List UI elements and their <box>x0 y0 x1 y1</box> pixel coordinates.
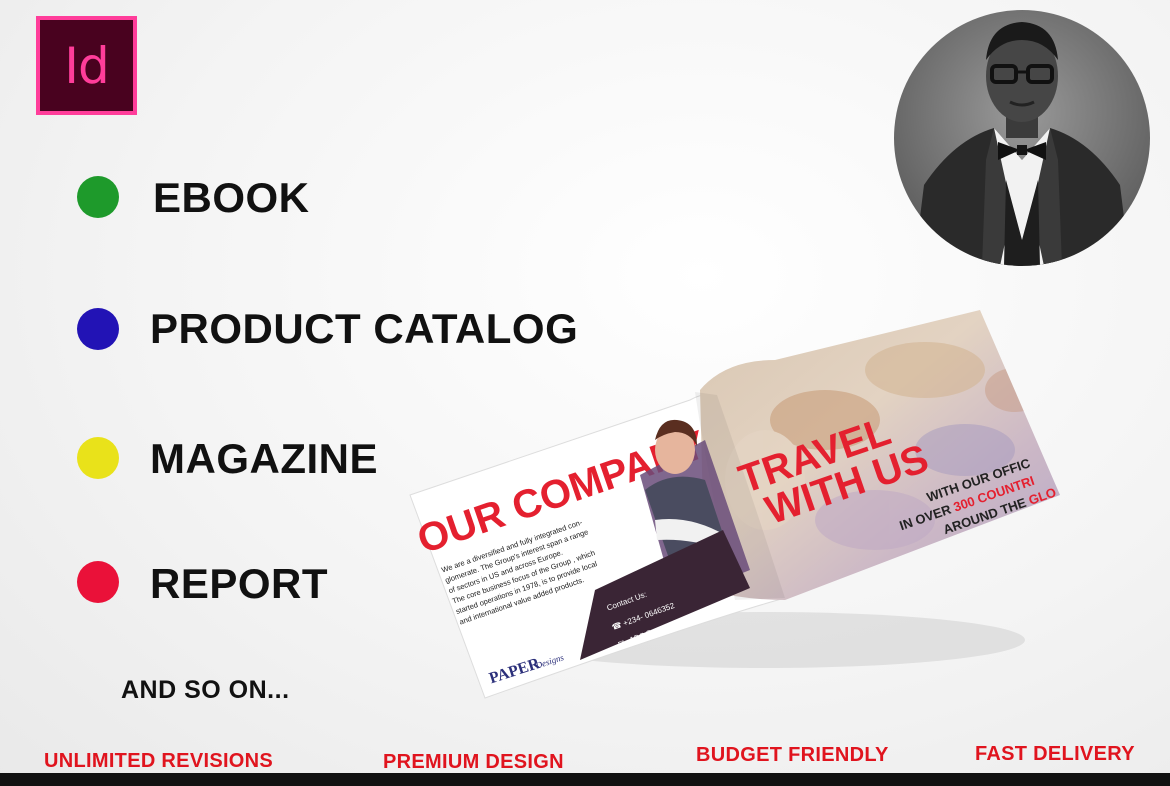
brochure-mockup: OUR COMPANY We are a diversified and ful… <box>405 300 1067 700</box>
feature-premium-design: PREMIUM DESIGN <box>383 751 564 773</box>
indesign-logo: Id <box>36 16 137 115</box>
report-dot-icon <box>77 561 119 603</box>
product-catalog-dot-icon <box>77 308 119 350</box>
service-ebook: EBOOK <box>153 174 310 221</box>
feature-unlimited-revisions: UNLIMITED REVISIONS <box>44 750 274 772</box>
and-so-on-text: AND SO ON... <box>121 676 290 704</box>
service-report: REPORT <box>150 560 329 607</box>
designer-portrait <box>894 10 1150 266</box>
feature-budget-friendly: BUDGET FRIENDLY <box>696 744 889 766</box>
ebook-dot-icon <box>77 176 119 218</box>
indesign-logo-text: Id <box>64 36 109 95</box>
magazine-dot-icon <box>77 437 119 479</box>
bottom-bar <box>0 773 1170 786</box>
service-magazine: MAGAZINE <box>150 435 378 482</box>
feature-fast-delivery: FAST DELIVERY <box>975 743 1135 765</box>
